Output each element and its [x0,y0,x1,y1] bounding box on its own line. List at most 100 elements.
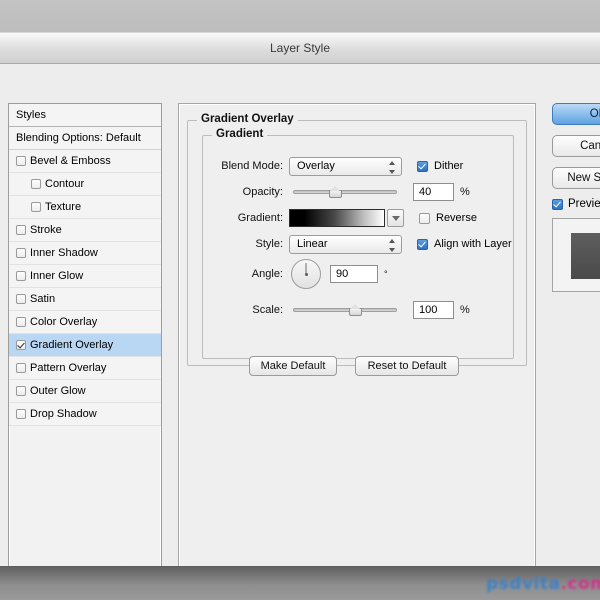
styles-list-item-label: Pattern Overlay [30,362,107,374]
scale-slider-track [293,308,397,312]
styles-list-item[interactable]: Inner Shadow [9,242,161,265]
styles-list-item[interactable]: Gradient Overlay [9,334,161,357]
scale-row: Scale: 100 % [207,300,470,320]
gradient-label: Gradient: [237,212,283,224]
styles-list-item-label: Bevel & Emboss [30,155,111,167]
gradient-preview-swatch[interactable] [289,209,385,227]
styles-list-item-label: Inner Glow [30,270,84,282]
blend-mode-label: Blend Mode: [221,160,283,172]
styles-list-item[interactable]: Drop Shadow [9,403,161,426]
watermark-tld: .com [560,574,600,594]
scale-value: 100 [419,304,438,316]
styles-list-item-label: Contour [45,178,85,190]
scale-input[interactable]: 100 [413,301,454,319]
opacity-input[interactable]: 40 [413,183,454,201]
gradient-picker-button[interactable] [387,209,404,227]
align-with-layer-label: Align with Layer [434,238,512,250]
reset-to-default-button[interactable]: Reset to Default [355,356,459,376]
style-value: Linear [297,238,328,250]
styles-list-item-checkbox[interactable] [16,248,26,258]
styles-list-item-checkbox[interactable] [16,294,26,304]
styles-list-item-label: Inner Shadow [30,247,98,259]
styles-list-item-checkbox[interactable] [31,179,41,189]
opacity-slider[interactable] [293,184,397,200]
styles-list-item-checkbox[interactable] [16,225,26,235]
screenshot-root: Layer Style Styles Blending Options: Def… [0,0,600,600]
styles-list-item[interactable]: Contour [9,173,161,196]
styles-list-item[interactable]: Bevel & Emboss [9,150,161,173]
styles-list-item[interactable]: Stroke [9,219,161,242]
styles-list-item-label: Color Overlay [30,316,98,328]
styles-list-item-label: Texture [45,201,82,213]
styles-list-item-label: Drop Shadow [30,408,97,420]
angle-label: Angle: [251,268,283,280]
scale-label: Scale: [252,304,283,316]
styles-list-item[interactable]: Satin [9,288,161,311]
styles-list-item-label: Satin [30,293,56,305]
angle-dial-hub [304,272,308,276]
styles-list-item[interactable]: Color Overlay [9,311,161,334]
ok-button[interactable]: OK [552,103,600,125]
cancel-button[interactable]: Cancel [552,135,600,157]
scale-slider-thumb[interactable] [349,304,363,316]
dialog-titlebar[interactable]: Layer Style [0,33,600,64]
preview-thumbnail-box [552,218,600,292]
preview-label: Preview [568,198,600,210]
opacity-slider-thumb[interactable] [328,186,342,198]
styles-list-item[interactable]: Outer Glow [9,380,161,403]
scale-unit: % [460,304,470,316]
make-default-button[interactable]: Make Default [249,356,337,376]
styles-list-item-checkbox[interactable] [16,317,26,327]
updown-arrows-icon [388,160,395,174]
styles-list-panel: Styles Blending Options: Default Bevel &… [8,103,162,588]
gradient-row: Gradient: Reverse [207,208,477,228]
styles-list-header: Styles [9,104,161,127]
gradient-group-title: Gradient [212,128,268,140]
scale-slider[interactable] [293,302,397,318]
styles-list-item-label: Gradient Overlay [30,339,114,351]
styles-list-item[interactable]: Inner Glow [9,265,161,288]
dither-label: Dither [434,160,464,172]
align-with-layer-checkbox[interactable] [417,238,428,250]
style-row: Style: Linear Align with Layer [207,234,512,254]
opacity-row: Opacity: 40 % [207,182,470,202]
angle-row: Angle: 90 ° [207,258,388,290]
blending-options-row[interactable]: Blending Options: Default [9,127,161,150]
styles-list-item-checkbox[interactable] [16,409,26,419]
angle-value: 90 [336,268,349,280]
blend-mode-row: Blend Mode: Overlay Dither [207,156,463,176]
preview-thumbnail-image [571,233,600,279]
style-select[interactable]: Linear [289,234,402,254]
desktop-backdrop-top [0,0,600,32]
styles-list-item-checkbox[interactable] [31,202,41,212]
styles-list-item-label: Stroke [30,224,62,236]
gradient-overlay-panel: Gradient Overlay Gradient Blend Mode: Ov… [178,103,536,588]
style-label: Style: [255,238,283,250]
watermark-name: psdvita [486,574,561,594]
styles-list-item-checkbox[interactable] [16,386,26,396]
reverse-checkbox[interactable] [419,212,430,224]
gradient-overlay-group-title: Gradient Overlay [197,113,298,125]
watermark: psdvita.com [486,574,600,594]
preview-checkbox[interactable] [552,198,563,210]
blend-mode-select[interactable]: Overlay [289,156,402,176]
gradient-overlay-group: Gradient Overlay Gradient Blend Mode: Ov… [187,113,527,366]
opacity-value: 40 [419,186,432,198]
styles-list-item-checkbox[interactable] [16,271,26,281]
dialog-actions-column: OK Cancel New Style... Preview [552,103,600,292]
styles-list-item[interactable]: Pattern Overlay [9,357,161,380]
layer-style-dialog: Layer Style Styles Blending Options: Def… [0,32,600,588]
reverse-label: Reverse [436,212,477,224]
styles-list-item-checkbox[interactable] [16,156,26,166]
styles-list-item[interactable]: Texture [9,196,161,219]
opacity-label: Opacity: [242,186,283,198]
new-style-button[interactable]: New Style... [552,167,600,189]
blend-mode-value: Overlay [297,160,335,172]
dither-checkbox[interactable] [417,160,428,172]
angle-dial[interactable] [291,259,321,289]
styles-list-item-checkbox[interactable] [16,363,26,373]
styles-list-item-checkbox[interactable] [16,340,26,350]
dialog-body: Styles Blending Options: Default Bevel &… [0,64,600,588]
angle-input[interactable]: 90 [330,265,378,283]
opacity-slider-track [293,190,397,194]
